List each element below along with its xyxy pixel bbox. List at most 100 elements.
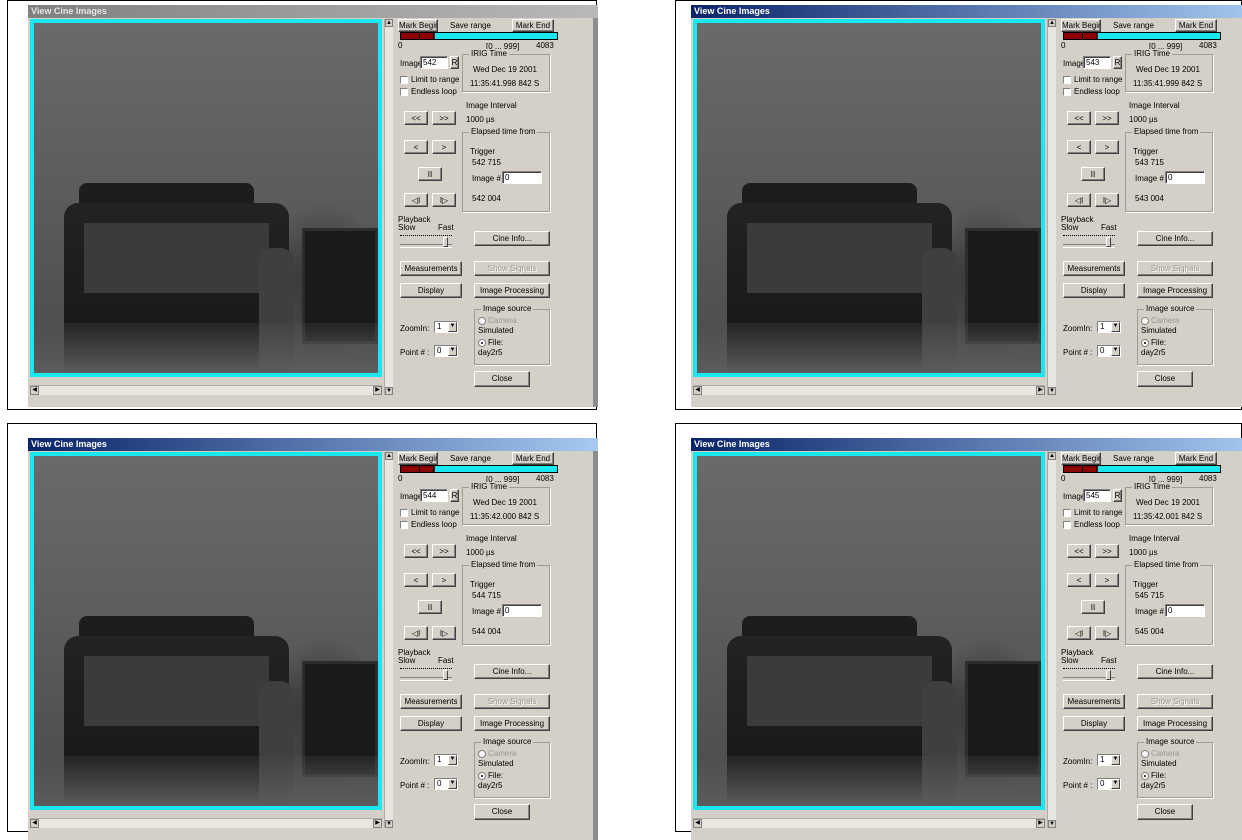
cine-info-button[interactable]: Cine Info...	[1137, 231, 1213, 246]
measurements-button[interactable]: Measurements	[400, 261, 462, 276]
play-forward-button[interactable]: I▷	[1095, 626, 1119, 640]
image-processing-button[interactable]: Image Processing	[1137, 716, 1213, 731]
mark-end-button[interactable]: Mark End	[512, 452, 554, 465]
scroll-up-arrow-icon[interactable]: ▲	[1048, 452, 1056, 460]
mark-begin-button[interactable]: Mark Begin	[398, 19, 438, 32]
zoom-in-select[interactable]: 1 ▼	[434, 754, 458, 766]
elapsed-image-number-input[interactable]: 0	[1165, 171, 1205, 184]
close-button[interactable]: Close	[474, 804, 530, 820]
image-number-input[interactable]: 544	[420, 489, 448, 502]
step-back-button[interactable]: <	[404, 140, 428, 154]
save-range-label[interactable]: Save range	[450, 21, 491, 30]
step-forward-button[interactable]: >	[1095, 573, 1119, 587]
step-forward-button[interactable]: >	[1095, 140, 1119, 154]
playback-speed-slider[interactable]	[400, 668, 452, 681]
elapsed-image-number-input[interactable]: 0	[502, 171, 542, 184]
vertical-scrollbar[interactable]: ▲ ▼	[1047, 452, 1056, 828]
scroll-right-arrow-icon[interactable]: ▶	[1036, 819, 1045, 828]
scroll-down-arrow-icon[interactable]: ▼	[1048, 387, 1056, 395]
playback-speed-slider[interactable]	[400, 235, 452, 248]
scroll-down-arrow-icon[interactable]: ▼	[385, 387, 393, 395]
pause-button[interactable]: II	[1081, 600, 1105, 614]
save-range-label[interactable]: Save range	[1113, 21, 1154, 30]
elapsed-image-number-input[interactable]: 0	[502, 604, 542, 617]
display-button[interactable]: Display	[400, 283, 462, 298]
zoom-in-select[interactable]: 1 ▼	[434, 321, 458, 333]
image-number-input[interactable]: 542	[420, 56, 448, 69]
cine-info-button[interactable]: Cine Info...	[474, 664, 550, 679]
point-number-select[interactable]: 0 ▼	[434, 778, 458, 790]
limit-to-range-checkbox[interactable]	[400, 509, 408, 517]
measurements-button[interactable]: Measurements	[1063, 694, 1125, 709]
window-title-bar[interactable]: View Cine Images	[28, 438, 598, 451]
scroll-left-arrow-icon[interactable]: ◀	[30, 819, 39, 828]
range-bar[interactable]	[400, 465, 558, 473]
rewind-button[interactable]: <<	[404, 111, 428, 125]
reset-r-button[interactable]: R	[450, 489, 459, 502]
image-processing-button[interactable]: Image Processing	[1137, 283, 1213, 298]
point-number-select[interactable]: 0 ▼	[434, 345, 458, 357]
save-range-label[interactable]: Save range	[450, 454, 491, 463]
scroll-down-arrow-icon[interactable]: ▼	[1048, 820, 1056, 828]
horizontal-scrollbar[interactable]: ◀ ▶	[30, 818, 382, 828]
camera-radio[interactable]	[478, 750, 486, 758]
chevron-down-icon[interactable]: ▼	[448, 779, 457, 789]
chevron-down-icon[interactable]: ▼	[448, 755, 457, 765]
show-signals-button[interactable]: Show Signals	[1137, 261, 1213, 276]
camera-radio[interactable]	[1141, 317, 1149, 325]
display-button[interactable]: Display	[400, 716, 462, 731]
pause-button[interactable]: II	[1081, 167, 1105, 181]
play-backward-button[interactable]: ◁I	[404, 626, 428, 640]
range-bar[interactable]	[400, 32, 558, 40]
horizontal-scrollbar[interactable]: ◀ ▶	[693, 818, 1045, 828]
scroll-left-arrow-icon[interactable]: ◀	[693, 819, 702, 828]
image-processing-button[interactable]: Image Processing	[474, 716, 550, 731]
display-button[interactable]: Display	[1063, 283, 1125, 298]
fast-forward-button[interactable]: >>	[432, 111, 456, 125]
chevron-down-icon[interactable]: ▼	[448, 346, 457, 356]
step-forward-button[interactable]: >	[432, 140, 456, 154]
close-button[interactable]: Close	[1137, 371, 1193, 387]
slider-thumb[interactable]	[1106, 670, 1111, 680]
chevron-down-icon[interactable]: ▼	[1111, 322, 1120, 332]
cine-info-button[interactable]: Cine Info...	[474, 231, 550, 246]
rewind-button[interactable]: <<	[1067, 111, 1091, 125]
cine-info-button[interactable]: Cine Info...	[1137, 664, 1213, 679]
chevron-down-icon[interactable]: ▼	[1111, 755, 1120, 765]
camera-radio[interactable]	[478, 317, 486, 325]
scroll-right-arrow-icon[interactable]: ▶	[1036, 386, 1045, 395]
show-signals-button[interactable]: Show Signals	[1137, 694, 1213, 709]
cine-image-view[interactable]	[693, 19, 1045, 377]
reset-r-button[interactable]: R	[1113, 56, 1122, 69]
pause-button[interactable]: II	[418, 600, 442, 614]
file-radio[interactable]	[1141, 339, 1149, 347]
horizontal-scrollbar[interactable]: ◀ ▶	[30, 385, 382, 395]
display-button[interactable]: Display	[1063, 716, 1125, 731]
scroll-up-arrow-icon[interactable]: ▲	[385, 452, 393, 460]
playback-speed-slider[interactable]	[1063, 668, 1115, 681]
play-forward-button[interactable]: I▷	[1095, 193, 1119, 207]
endless-loop-checkbox[interactable]	[1063, 521, 1071, 529]
show-signals-button[interactable]: Show Signals	[474, 261, 550, 276]
cine-image-view[interactable]	[30, 452, 382, 810]
window-title-bar[interactable]: View Cine Images	[691, 438, 1242, 451]
fast-forward-button[interactable]: >>	[1095, 544, 1119, 558]
step-forward-button[interactable]: >	[432, 573, 456, 587]
window-title-bar[interactable]: View Cine Images	[28, 5, 598, 18]
elapsed-image-number-input[interactable]: 0	[1165, 604, 1205, 617]
mark-end-button[interactable]: Mark End	[1175, 452, 1217, 465]
reset-r-button[interactable]: R	[1113, 489, 1122, 502]
rewind-button[interactable]: <<	[1067, 544, 1091, 558]
image-number-input[interactable]: 543	[1083, 56, 1111, 69]
file-radio[interactable]	[478, 339, 486, 347]
window-title-bar[interactable]: View Cine Images	[691, 5, 1242, 18]
measurements-button[interactable]: Measurements	[400, 694, 462, 709]
fast-forward-button[interactable]: >>	[432, 544, 456, 558]
zoom-in-select[interactable]: 1 ▼	[1097, 754, 1121, 766]
scroll-right-arrow-icon[interactable]: ▶	[373, 386, 382, 395]
play-backward-button[interactable]: ◁I	[1067, 193, 1091, 207]
play-backward-button[interactable]: ◁I	[1067, 626, 1091, 640]
mark-begin-button[interactable]: Mark Begin	[1061, 19, 1101, 32]
vertical-scrollbar[interactable]: ▲ ▼	[384, 19, 393, 395]
scroll-down-arrow-icon[interactable]: ▼	[385, 820, 393, 828]
